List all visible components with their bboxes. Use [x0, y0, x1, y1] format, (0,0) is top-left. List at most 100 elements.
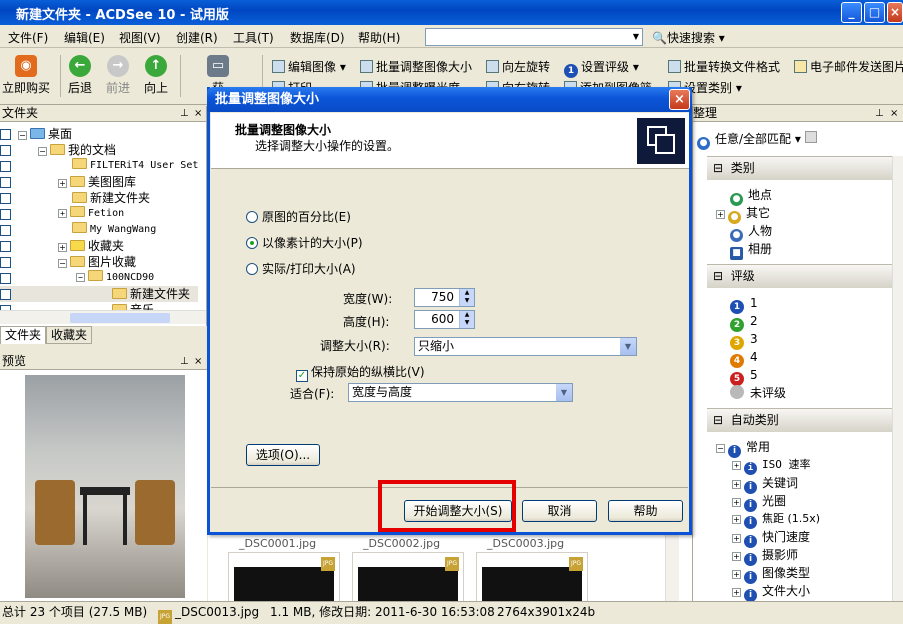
- thumbnail[interactable]: _DSC0003.jpg JPG: [476, 537, 588, 603]
- spin-arrows-icon[interactable]: ▲ ▼: [459, 311, 474, 328]
- quick-search-button[interactable]: 🔍快速搜索 ▾: [652, 29, 725, 46]
- category-album[interactable]: ■ 相册: [730, 240, 773, 260]
- fit-select[interactable]: 宽度与高度 ▼: [348, 383, 573, 402]
- pin-icon[interactable]: ⊥: [180, 354, 189, 369]
- auto-focal[interactable]: + i 焦距 (1.5x): [732, 510, 820, 529]
- tree-item-favorites[interactable]: + 收藏夹: [0, 238, 200, 254]
- scanner-icon: ▭: [207, 55, 229, 77]
- help-button[interactable]: 帮助: [608, 500, 683, 522]
- pin-icon[interactable]: ⊥: [875, 106, 884, 121]
- batch-convert-button[interactable]: 批量转换文件格式: [668, 58, 780, 75]
- batch-resize-button[interactable]: 批量调整图像大小: [360, 58, 472, 75]
- tab-favorites[interactable]: 收藏夹: [46, 326, 93, 344]
- auto-file-size[interactable]: + i 文件大小: [732, 582, 810, 602]
- auto-aperture[interactable]: + i 光圈: [732, 492, 786, 512]
- auto-common[interactable]: − i 常用: [716, 438, 770, 458]
- menu-view[interactable]: 视图(V): [119, 29, 161, 46]
- email-button[interactable]: 电子邮件发送图片: [794, 58, 903, 75]
- auto-image-type[interactable]: + i 图像类型: [732, 564, 810, 584]
- close-pane-icon[interactable]: ×: [194, 106, 202, 121]
- radio-print[interactable]: 实际/打印大小(A): [246, 260, 356, 277]
- folder-icon: [70, 176, 85, 187]
- folder-hscrollbar[interactable]: [0, 310, 206, 324]
- buy-now-button[interactable]: ◉ 立即购买: [2, 51, 50, 96]
- rating-5[interactable]: 55: [730, 366, 758, 386]
- up-button[interactable]: ↑ 向上: [140, 51, 172, 96]
- tree-label: 美图图库: [88, 175, 137, 189]
- maximize-button[interactable]: □: [864, 2, 885, 23]
- tree-item-fetion[interactable]: + Fetion: [0, 206, 200, 222]
- back-button[interactable]: ← 后退: [64, 51, 96, 96]
- tree-item-music[interactable]: 音乐: [0, 302, 200, 310]
- rating-4[interactable]: 44: [730, 348, 758, 368]
- rotate-left-button[interactable]: 向左旋转: [486, 58, 550, 75]
- search-dropdown-icon[interactable]: ▼: [630, 29, 642, 45]
- tree-item-100ncd90[interactable]: −100NCD90: [0, 270, 200, 286]
- menu-edit[interactable]: 编辑(E): [64, 29, 105, 46]
- forward-button[interactable]: → 前进: [102, 51, 134, 96]
- options-button[interactable]: 选项(O)...: [246, 444, 320, 466]
- checkbox-checked-icon[interactable]: ✓: [296, 370, 308, 382]
- section-auto-category[interactable]: ⊟ 自动类别: [707, 408, 892, 432]
- thumbnail[interactable]: _DSC0001.jpg JPG: [228, 537, 340, 603]
- tree-item-pictures[interactable]: − 图片收藏: [0, 254, 200, 270]
- thumbnail[interactable]: _DSC0002.jpg JPG: [352, 537, 464, 603]
- section-rating[interactable]: ⊟ 评级: [707, 264, 892, 288]
- tree-item-wangwang[interactable]: My WangWang: [0, 222, 200, 238]
- category-label: 相册: [748, 242, 773, 256]
- category-place[interactable]: ● 地点: [730, 186, 772, 206]
- radio-percent[interactable]: 原图的百分比(E): [246, 208, 351, 225]
- menu-file[interactable]: 文件(F): [8, 29, 48, 46]
- category-other[interactable]: + ● 其它: [716, 204, 770, 224]
- chevron-down-icon[interactable]: ▼: [620, 338, 636, 355]
- width-stepper[interactable]: 750 ▲ ▼: [414, 288, 475, 307]
- spin-arrows-icon[interactable]: ▲ ▼: [459, 289, 474, 306]
- category-people[interactable]: ● 人物: [730, 222, 772, 242]
- tree-item-new-folder-1[interactable]: 新建文件夹: [0, 190, 200, 206]
- star-folder-icon: [70, 240, 85, 251]
- clear-icon[interactable]: [804, 131, 817, 143]
- radio-pixels[interactable]: 以像素计的大小(P): [246, 234, 363, 251]
- radio-print-icon[interactable]: [246, 263, 258, 275]
- menu-help[interactable]: 帮助(H): [358, 29, 400, 46]
- cart-icon: ◉: [15, 55, 37, 77]
- radio-pixels-icon[interactable]: [246, 237, 258, 249]
- auto-iso[interactable]: + i ISO 速率: [732, 456, 811, 475]
- set-rating-button[interactable]: 1 设置评级 ▾: [564, 58, 639, 78]
- rating-3[interactable]: 33: [730, 330, 758, 350]
- organize-scrollbar[interactable]: [892, 156, 903, 601]
- search-input[interactable]: ▼: [425, 28, 643, 46]
- chevron-down-icon[interactable]: ▼: [556, 384, 572, 401]
- radio-percent-icon[interactable]: [246, 211, 258, 223]
- rating-label: 1: [750, 296, 758, 310]
- close-pane-icon[interactable]: ×: [194, 354, 202, 369]
- tree-item-meitu[interactable]: + 美图图库: [0, 174, 200, 190]
- cancel-button[interactable]: 取消: [522, 500, 597, 522]
- rating-2[interactable]: 22: [730, 312, 758, 332]
- dialog-close-button[interactable]: ×: [669, 89, 690, 110]
- pin-icon[interactable]: ⊥: [180, 106, 189, 121]
- rating-1[interactable]: 11: [730, 294, 758, 314]
- dialog-header: 批量调整图像大小 选择调整大小操作的设置。: [211, 113, 689, 169]
- menu-tools[interactable]: 工具(T): [233, 29, 274, 46]
- auto-shutter[interactable]: + i 快门速度: [732, 528, 810, 548]
- height-stepper[interactable]: 600 ▲ ▼: [414, 310, 475, 329]
- tree-item-new-folder-selected[interactable]: 新建文件夹: [0, 286, 198, 302]
- resize-mode-select[interactable]: 只缩小 ▼: [414, 337, 637, 356]
- match-filter[interactable]: ● 任意/全部匹配 ▾: [697, 130, 817, 150]
- tree-item-my-documents[interactable]: − 我的文档: [0, 142, 200, 158]
- tab-folders[interactable]: 文件夹: [0, 326, 47, 344]
- close-button[interactable]: ×: [887, 2, 903, 23]
- section-category[interactable]: ⊟ 类别: [707, 156, 892, 180]
- close-pane-icon[interactable]: ×: [890, 106, 898, 121]
- menu-database[interactable]: 数据库(D): [290, 29, 345, 46]
- menu-create[interactable]: 创建(R): [176, 29, 218, 46]
- auto-photographer[interactable]: + i 摄影师: [732, 546, 798, 566]
- tree-item-filterit[interactable]: FILTERiT4 User Set: [0, 158, 200, 174]
- auto-keywords[interactable]: + i 关键词: [732, 474, 798, 494]
- edit-image-button[interactable]: 编辑图像 ▾: [272, 58, 346, 75]
- minimize-button[interactable]: _: [841, 2, 862, 23]
- rating-none[interactable]: 未评级: [730, 384, 786, 402]
- keep-ratio-checkbox[interactable]: ✓ 保持原始的纵横比(V): [296, 363, 425, 382]
- tree-item-desktop[interactable]: − 桌面: [0, 126, 200, 142]
